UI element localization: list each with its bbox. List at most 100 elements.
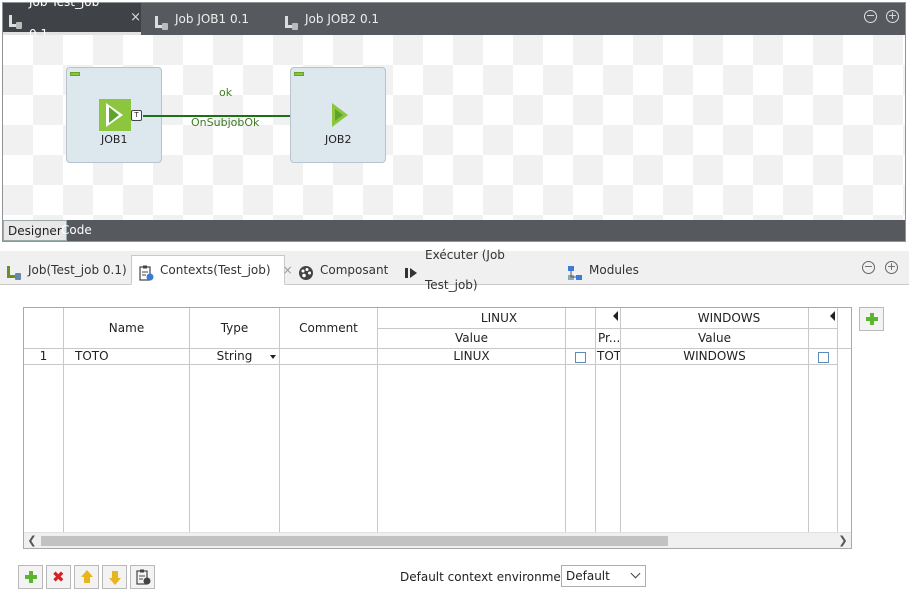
job-icon	[283, 11, 299, 30]
tab-label: Job(Test_job 0.1)	[28, 263, 127, 277]
prompt-checkbox[interactable]	[575, 352, 586, 363]
tab-job-job2[interactable]: Job JOB2 0.1	[279, 3, 399, 35]
chevron-down-icon	[630, 568, 641, 579]
tab-modules[interactable]: Modules	[561, 255, 651, 285]
grid-divider	[63, 308, 64, 532]
plus-icon	[866, 313, 878, 325]
cell-linux-prompt-check[interactable]	[566, 349, 596, 365]
header-filler	[838, 308, 851, 349]
link-top-label: ok	[219, 86, 233, 99]
cell-linux-value[interactable]: LINUX	[378, 349, 566, 365]
run-job-icon[interactable]	[99, 99, 131, 131]
column-group-linux[interactable]: LINUX	[378, 308, 621, 329]
column-header-windows-prompt-check[interactable]	[809, 329, 838, 349]
maximize-icon[interactable]: +	[886, 10, 899, 23]
job1-label: JOB1	[101, 133, 128, 146]
tab-contexts[interactable]: Contexts(Test_job) ×	[131, 255, 293, 285]
row-index: 1	[24, 349, 64, 365]
tab-label: Exécuter (Job Test_job)	[425, 248, 505, 292]
grid-divider	[189, 308, 190, 532]
contexts-icon	[138, 262, 154, 281]
palette-icon	[298, 262, 314, 280]
column-header-windows-value[interactable]: Value	[621, 329, 809, 349]
tab-code[interactable]: Code	[57, 220, 96, 241]
tab-label: Composant	[320, 263, 389, 277]
job-icon	[153, 11, 169, 30]
default-context-value: Default	[566, 569, 610, 583]
scroll-right-icon[interactable]: ❯	[835, 533, 851, 548]
context-table: Name Type Comment LINUX WINDOWS Value Pr…	[23, 307, 852, 549]
collapse-icon[interactable]	[613, 311, 618, 321]
group-label: LINUX	[480, 311, 518, 325]
cell-linux-prompt[interactable]: TOTO	[596, 349, 621, 365]
default-context-label: Default context environment	[400, 570, 574, 584]
cell-windows-prompt-check[interactable]	[809, 349, 838, 365]
default-context-select[interactable]: Default	[561, 565, 646, 587]
add-variable-button[interactable]	[18, 565, 43, 589]
tab-executer[interactable]: Exécuter (Job Test_job)	[397, 248, 557, 292]
column-header-linux-value[interactable]: Value	[378, 329, 566, 349]
tab-label: Modules	[589, 263, 639, 277]
job-icon	[6, 262, 22, 280]
grid-divider	[837, 308, 838, 532]
grid-divider	[279, 308, 280, 532]
designer-canvas[interactable]: T JOB1 ok OnSubjobOk T JOB2	[3, 35, 905, 220]
maximize-icon[interactable]: +	[885, 261, 898, 274]
move-down-button[interactable]	[102, 565, 127, 589]
tab-composant[interactable]: Composant	[292, 255, 392, 285]
grid-divider	[377, 308, 378, 532]
tab-label: Job JOB1 0.1	[175, 12, 250, 26]
trigger-icon[interactable]: T	[131, 110, 142, 121]
add-context-button[interactable]	[859, 307, 884, 331]
status-flag-icon	[70, 72, 80, 76]
tab-job[interactable]: Job(Test_job 0.1)	[0, 255, 128, 285]
tab-job-job1[interactable]: Job JOB1 0.1	[149, 3, 269, 35]
minimize-icon[interactable]: −	[864, 10, 877, 23]
contexts-icon	[135, 569, 151, 588]
close-icon[interactable]: ×	[130, 2, 141, 34]
manage-contexts-button[interactable]	[130, 565, 155, 589]
job2-label: JOB2	[325, 133, 352, 146]
scrollbar-thumb[interactable]	[41, 536, 668, 546]
job-icon	[7, 10, 23, 29]
column-header-linux-prompt-check[interactable]	[566, 329, 596, 349]
properties-panel: Job(Test_job 0.1) Contexts(Test_job) × C…	[0, 248, 909, 610]
type-value: String	[216, 349, 253, 363]
cell-type[interactable]: String	[190, 349, 280, 365]
cell-windows-value[interactable]: WINDOWS	[621, 349, 809, 365]
delete-icon: ✖	[52, 568, 65, 586]
column-group-windows[interactable]: WINDOWS	[621, 308, 838, 329]
prompt-checkbox[interactable]	[817, 352, 829, 363]
collapse-icon[interactable]	[830, 311, 835, 321]
editor-tab-bar: Job Test_job 0.1 × Job JOB1 0.1 Job JOB2…	[3, 0, 905, 41]
horizontal-scrollbar[interactable]: ❮ ❯	[24, 532, 851, 548]
move-up-button[interactable]	[74, 565, 99, 589]
grid-divider	[565, 308, 566, 532]
scroll-left-icon[interactable]: ❮	[24, 533, 40, 548]
dropdown-arrow-icon[interactable]	[270, 355, 276, 359]
status-flag-icon	[294, 72, 304, 76]
column-header-comment[interactable]: Comment	[280, 308, 378, 349]
run-job-icon[interactable]	[330, 99, 350, 131]
grid-divider	[808, 308, 809, 532]
editor-bottom-tabs: Designer Code	[3, 220, 905, 241]
row-header-corner	[24, 308, 64, 349]
panel-tab-bar: Job(Test_job 0.1) Contexts(Test_job) × C…	[0, 248, 909, 292]
grid-divider	[620, 308, 621, 532]
tab-label: Contexts(Test_job)	[160, 263, 271, 277]
tab-label: Job JOB2 0.1	[305, 12, 380, 26]
cell-name[interactable]: TOTO	[64, 349, 190, 365]
link-bottom-label: OnSubjobOk	[191, 116, 260, 129]
column-header-type[interactable]: Type	[190, 308, 280, 349]
minimize-icon[interactable]: −	[862, 261, 875, 274]
cell-comment[interactable]	[280, 349, 378, 365]
job-editor: Job Test_job 0.1 × Job JOB1 0.1 Job JOB2…	[2, 0, 906, 242]
run-icon	[403, 262, 419, 278]
remove-variable-button[interactable]: ✖	[46, 565, 71, 589]
tab-job-test-job[interactable]: Job Test_job 0.1 ×	[3, 0, 141, 41]
plus-icon	[25, 571, 37, 583]
column-header-linux-prompt[interactable]: Pr...	[596, 329, 621, 349]
group-label: WINDOWS	[697, 311, 761, 325]
column-header-name[interactable]: Name	[64, 308, 190, 349]
grid-divider	[595, 308, 596, 532]
